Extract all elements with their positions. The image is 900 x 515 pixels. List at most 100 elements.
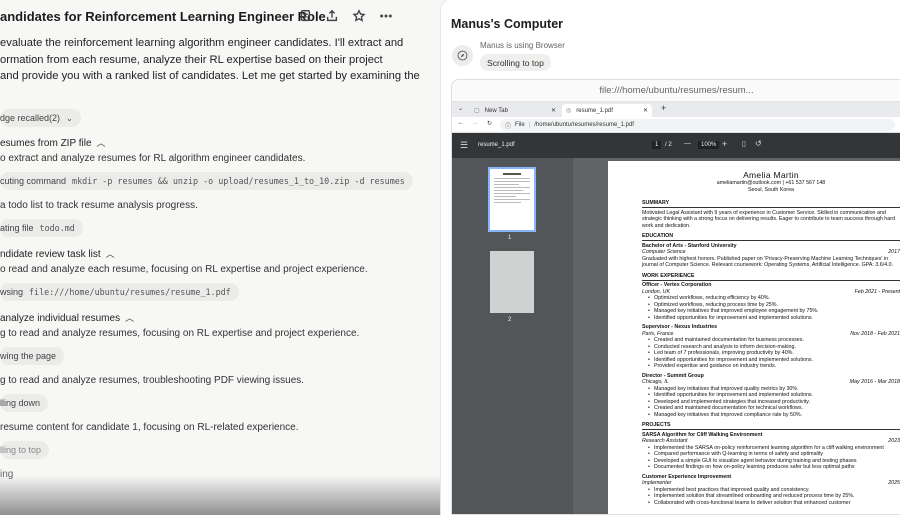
section-title-3[interactable]: analyze individual resumes ︿ bbox=[0, 311, 134, 324]
address-field[interactable]: ⓘ File | /home/ubuntu/resumes/resume_1.p… bbox=[500, 119, 895, 131]
tab-resume-label: resume_1.pdf bbox=[576, 107, 613, 114]
step-scrolling-to-top[interactable]: lling to top bbox=[0, 441, 50, 459]
forward-icon[interactable]: → bbox=[472, 120, 478, 126]
job-bullet: Identified opportunities for improvement… bbox=[642, 315, 900, 322]
new-tab-icon: ▢ bbox=[474, 108, 480, 114]
address-divider: | bbox=[528, 122, 531, 128]
section-title-2[interactable]: ndidate review task list ︿ bbox=[0, 247, 115, 260]
section-title-2-label: ndidate review task list bbox=[0, 249, 101, 260]
step-viewing-page-label: wing the page bbox=[0, 351, 57, 361]
resume-name: Amelia Martin bbox=[743, 170, 799, 180]
step-viewing-page[interactable]: wing the page bbox=[0, 347, 65, 365]
step-scrolling-down-label: lling down bbox=[0, 398, 41, 408]
step4-note: g to read and analyze resumes, troublesh… bbox=[0, 375, 305, 386]
status-line: Manus is using Browser bbox=[480, 41, 565, 50]
page-thumbnail-1[interactable] bbox=[488, 167, 536, 232]
rotate-icon[interactable]: ↺ bbox=[755, 139, 762, 148]
zoom-level[interactable]: 100% bbox=[698, 141, 720, 149]
job-bullet: Managed key initiatives that improved co… bbox=[642, 412, 900, 419]
chevron-up-icon: ︿ bbox=[96, 138, 106, 148]
work-heading: WORK EXPERIENCE bbox=[642, 273, 900, 281]
step-scrolling-to-top-label: lling to top bbox=[0, 445, 42, 455]
tab-new-tab[interactable]: ▢ New Tab ✕ bbox=[470, 104, 560, 117]
tab-menu-icon[interactable]: ⌄ bbox=[458, 105, 463, 112]
computer-panel: Manus's Computer Manus is using Browser … bbox=[441, 0, 900, 515]
step-executing-command-label: cuting command bbox=[0, 176, 67, 186]
thumb-label-1: 1 bbox=[508, 235, 512, 241]
section-title-3-label: analyze individual resumes bbox=[0, 313, 121, 324]
project-bullets: Implemented best practices that improved… bbox=[642, 487, 900, 507]
step-thinking: ing bbox=[0, 469, 14, 480]
address-scheme: File bbox=[515, 122, 525, 128]
project-bullets: Implemented the SARSA on-policy reinforc… bbox=[642, 445, 900, 471]
tab-new-tab-label: New Tab bbox=[484, 107, 508, 114]
zoom-in-icon[interactable]: + bbox=[722, 139, 727, 149]
intro-line-3: and provide you with a ranked list of ca… bbox=[0, 70, 420, 82]
section-title-1[interactable]: esumes from ZIP file ︿ bbox=[0, 136, 106, 149]
knowledge-recalled-pill[interactable]: dge recalled(2) ⌄ bbox=[0, 109, 81, 127]
copy-icon[interactable] bbox=[296, 7, 314, 25]
computer-title: Manus's Computer bbox=[451, 17, 564, 31]
job-bullets: Managed key initiatives that improved qu… bbox=[642, 386, 900, 419]
tab-bar: ⌄ ▢ New Tab ✕ ◎ resume_1.pdf ✕ + bbox=[452, 102, 900, 117]
address-text: /home/ubuntu/resumes/resume_1.pdf bbox=[534, 122, 634, 128]
star-icon[interactable] bbox=[350, 7, 368, 25]
pdf-toolbar: ☰ resume_1.pdf 1 / 2 — 100% + ▯ ↺ bbox=[452, 133, 900, 158]
fit-page-icon[interactable]: ▯ bbox=[742, 140, 746, 148]
chevron-down-icon: ⌄ bbox=[66, 113, 73, 123]
edu-desc: Graduated with highest honors. Published… bbox=[642, 255, 894, 269]
add-tab-icon[interactable]: + bbox=[661, 103, 666, 113]
step-browsing-label: wsing bbox=[0, 287, 24, 297]
step-browsing-code: file:///home/ubuntu/resumes/resume_1.pdf bbox=[29, 287, 231, 297]
step-creating-file-code: todo.md bbox=[39, 223, 75, 233]
bottom-fade bbox=[0, 475, 441, 515]
step-creating-file-label: ating file bbox=[0, 223, 34, 233]
close-icon[interactable]: ✕ bbox=[551, 107, 556, 114]
page-total: / 2 bbox=[665, 142, 672, 148]
thumb-label-2: 2 bbox=[508, 317, 512, 323]
browser-compass-icon bbox=[452, 45, 473, 66]
step-scrolling-down[interactable]: lling down bbox=[0, 394, 49, 412]
address-bar: ← → ↻ ⓘ File | /home/ubuntu/resumes/resu… bbox=[452, 117, 900, 133]
projects-heading: PROJECTS bbox=[642, 422, 900, 430]
edu-year: 2017 bbox=[888, 249, 900, 255]
globe-icon: ◎ bbox=[566, 108, 572, 114]
step1-note: a todo list to track resume analysis pro… bbox=[0, 200, 198, 211]
info-icon: ⓘ bbox=[505, 123, 512, 130]
project-bullet: Collaborated with cross-functional teams… bbox=[642, 500, 900, 507]
status-chip: Scrolling to top bbox=[480, 54, 551, 71]
pdf-page-area: Amelia Martin ameliamartin@outlook.com |… bbox=[573, 158, 900, 514]
pdf-page: Amelia Martin ameliamartin@outlook.com |… bbox=[608, 161, 900, 514]
chevron-up-icon: ︿ bbox=[125, 313, 135, 323]
summary-heading: SUMMARY bbox=[642, 200, 900, 208]
pdf-filename: resume_1.pdf bbox=[478, 142, 515, 148]
close-icon[interactable]: ✕ bbox=[643, 107, 648, 114]
section-desc-3: g to read and analyze resumes, focusing … bbox=[0, 328, 360, 339]
job-bullets: Optimized workflows, reducing efficiency… bbox=[642, 295, 900, 321]
page-number-input[interactable]: 1 bbox=[652, 141, 662, 149]
screen: andidates for Reinforcement Learning Eng… bbox=[0, 0, 900, 515]
step-executing-command[interactable]: cuting command mkdir -p resumes && unzip… bbox=[0, 172, 413, 190]
browser-viewer: file:///home/ubuntu/resumes/resum... ⌄ ▢… bbox=[451, 79, 900, 515]
chat-panel: andidates for Reinforcement Learning Eng… bbox=[0, 0, 441, 515]
intro-line-1: evaluate the reinforcement learning algo… bbox=[0, 37, 404, 49]
project-bullet: Documented findings on how on-policy lea… bbox=[642, 464, 900, 471]
back-icon[interactable]: ← bbox=[458, 120, 464, 126]
page-thumbnail-2[interactable] bbox=[490, 251, 534, 313]
step5-note: resume content for candidate 1, focusing… bbox=[0, 422, 299, 433]
more-options-icon[interactable] bbox=[377, 7, 395, 25]
step-creating-file[interactable]: ating file todo.md bbox=[0, 219, 83, 237]
job-bullet: Provided expertise and guidance on indus… bbox=[642, 363, 900, 370]
tab-resume[interactable]: ◎ resume_1.pdf ✕ bbox=[562, 104, 652, 117]
thumbnail-pane: 1 2 bbox=[452, 158, 573, 514]
menu-icon[interactable]: ☰ bbox=[460, 140, 468, 151]
zoom-out-icon[interactable]: — bbox=[684, 140, 691, 147]
task-title: andidates for Reinforcement Learning Eng… bbox=[0, 9, 326, 24]
education-heading: EDUCATION bbox=[642, 233, 900, 241]
job-bullets: Created and maintained documentation for… bbox=[642, 337, 900, 370]
step-executing-command-code: mkdir -p resumes && unzip -o upload/resu… bbox=[72, 176, 405, 186]
reload-icon[interactable]: ↻ bbox=[487, 120, 492, 127]
intro-line-2: ormation from each resume, analyze their… bbox=[0, 54, 383, 66]
share-icon[interactable] bbox=[323, 7, 341, 25]
step-browsing[interactable]: wsing file:///home/ubuntu/resumes/resume… bbox=[0, 283, 239, 301]
